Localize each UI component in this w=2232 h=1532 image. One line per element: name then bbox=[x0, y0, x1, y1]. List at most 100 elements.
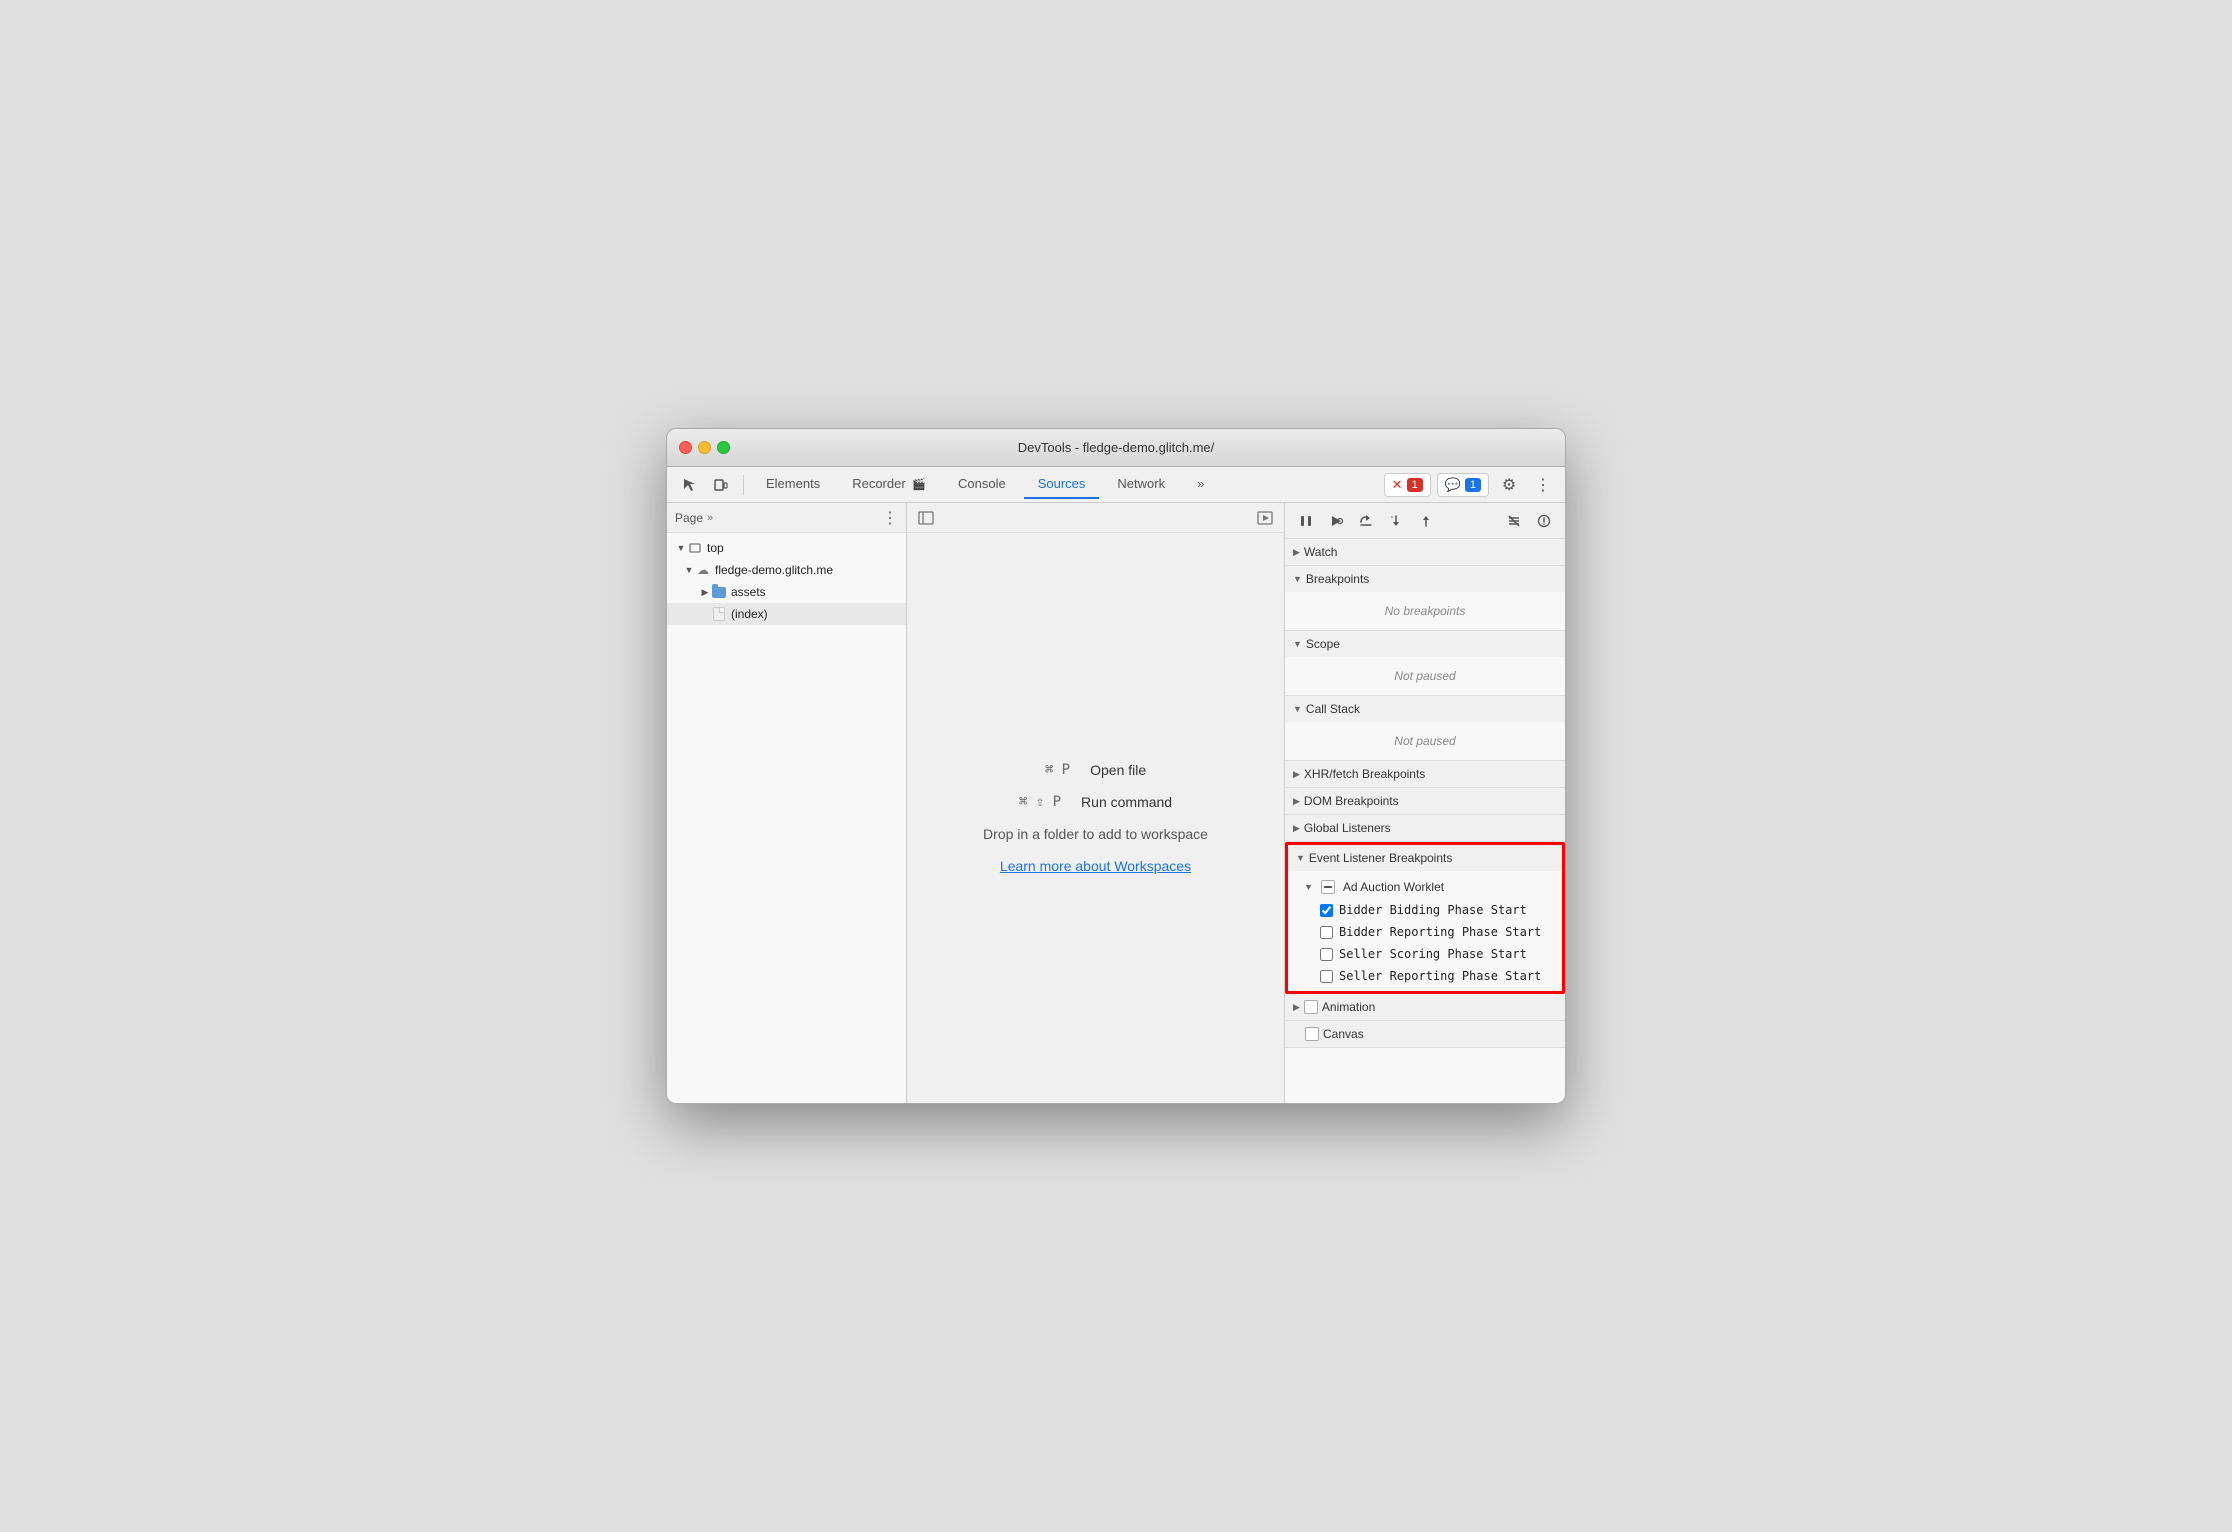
settings-button[interactable]: ⚙ bbox=[1495, 471, 1523, 499]
inspect-tool-button[interactable] bbox=[675, 471, 703, 499]
drop-folder-text: Drop in a folder to add to workspace bbox=[983, 826, 1208, 842]
device-toolbar-button[interactable] bbox=[707, 471, 735, 499]
global-listeners-section: ▶ Global Listeners bbox=[1285, 815, 1565, 842]
domain-arrow: ▼ bbox=[683, 564, 695, 576]
xhr-fetch-section: ▶ XHR/fetch Breakpoints bbox=[1285, 761, 1565, 788]
run-button[interactable] bbox=[1254, 507, 1276, 529]
more-options-button[interactable]: ⋮ bbox=[1529, 471, 1557, 499]
open-file-shortcut: ⌘ P Open file bbox=[1045, 762, 1146, 778]
watch-label: Watch bbox=[1304, 545, 1338, 559]
window-title: DevTools - fledge-demo.glitch.me/ bbox=[1018, 440, 1215, 455]
breakpoints-section-header[interactable]: ▼ Breakpoints bbox=[1285, 566, 1565, 592]
errors-badge-button[interactable]: ✕ 1 bbox=[1384, 473, 1431, 497]
tab-recorder[interactable]: Recorder 🎬 bbox=[838, 470, 940, 499]
traffic-lights bbox=[679, 441, 730, 454]
breakpoints-section: ▼ Breakpoints No breakpoints bbox=[1285, 566, 1565, 631]
center-panel: ⌘ P Open file ⌘ ⇧ P Run command Drop in … bbox=[907, 503, 1285, 1103]
call-stack-header[interactable]: ▼ Call Stack bbox=[1285, 696, 1565, 722]
ad-auction-checkbox-partial bbox=[1321, 880, 1335, 894]
tree-item-top[interactable]: ▼ top bbox=[667, 537, 906, 559]
messages-count: 1 bbox=[1465, 478, 1481, 492]
dom-breakpoints-header[interactable]: ▶ DOM Breakpoints bbox=[1285, 788, 1565, 814]
tab-more[interactable]: » bbox=[1183, 470, 1218, 499]
global-listeners-header[interactable]: ▶ Global Listeners bbox=[1285, 815, 1565, 841]
top-icon bbox=[687, 540, 703, 556]
seller-reporting-label: Seller Reporting Phase Start bbox=[1339, 969, 1541, 983]
dom-breakpoints-arrow: ▶ bbox=[1293, 796, 1300, 807]
pause-button[interactable] bbox=[1293, 508, 1319, 534]
scope-section-header[interactable]: ▼ Scope bbox=[1285, 631, 1565, 657]
tab-network[interactable]: Network bbox=[1103, 470, 1179, 499]
step-into-button[interactable] bbox=[1383, 508, 1409, 534]
scope-section: ▼ Scope Not paused bbox=[1285, 631, 1565, 696]
right-panel-content: ▶ Watch ▼ Breakpoints No breakpoints bbox=[1285, 539, 1565, 1103]
run-command-label: Run command bbox=[1081, 794, 1172, 810]
top-arrow: ▼ bbox=[675, 542, 687, 554]
seller-scoring-checkbox[interactable] bbox=[1320, 948, 1333, 961]
no-breakpoints-text: No breakpoints bbox=[1285, 596, 1565, 626]
animation-label: Animation bbox=[1322, 1000, 1375, 1014]
ad-auction-worklet-header[interactable]: ▼ Ad Auction Worklet bbox=[1288, 875, 1562, 899]
tree-item-index[interactable]: ▶ (index) bbox=[667, 603, 906, 625]
canvas-label: Canvas bbox=[1323, 1027, 1364, 1041]
tree-item-domain[interactable]: ▼ ☁ fledge-demo.glitch.me bbox=[667, 559, 906, 581]
watch-section: ▶ Watch bbox=[1285, 539, 1565, 566]
run-command-shortcut: ⌘ ⇧ P Run command bbox=[1019, 794, 1172, 810]
sidebar-toggle-button[interactable] bbox=[915, 507, 937, 529]
global-listeners-arrow: ▶ bbox=[1293, 823, 1300, 834]
xhr-fetch-label: XHR/fetch Breakpoints bbox=[1304, 767, 1425, 781]
debugger-toolbar bbox=[1285, 503, 1565, 539]
deactivate-breakpoints-button[interactable] bbox=[1501, 508, 1527, 534]
tree-item-assets[interactable]: ▶ assets bbox=[667, 581, 906, 603]
top-label: top bbox=[707, 541, 724, 555]
watch-section-header[interactable]: ▶ Watch bbox=[1285, 539, 1565, 565]
animation-header[interactable]: ▶ Animation bbox=[1285, 994, 1565, 1020]
center-toolbar bbox=[907, 503, 1284, 533]
assets-arrow: ▶ bbox=[699, 586, 711, 598]
left-panel: Page » ⋮ ▼ top ▼ ☁ bbox=[667, 503, 907, 1103]
minimize-button[interactable] bbox=[698, 441, 711, 454]
call-stack-label: Call Stack bbox=[1306, 702, 1360, 716]
animation-section: ▶ Animation bbox=[1285, 994, 1565, 1021]
call-stack-not-paused: Not paused bbox=[1285, 726, 1565, 756]
maximize-button[interactable] bbox=[717, 441, 730, 454]
call-stack-section: ▼ Call Stack Not paused bbox=[1285, 696, 1565, 761]
messages-badge-button[interactable]: 💬 1 bbox=[1437, 473, 1489, 497]
canvas-header[interactable]: Canvas bbox=[1285, 1021, 1565, 1047]
xhr-fetch-arrow: ▶ bbox=[1293, 769, 1300, 780]
errors-count: 1 bbox=[1407, 478, 1423, 492]
resume-button[interactable] bbox=[1323, 508, 1349, 534]
domain-label: fledge-demo.glitch.me bbox=[715, 563, 833, 577]
event-listener-body: ▼ Ad Auction Worklet Bidder Bidding Phas… bbox=[1288, 871, 1562, 991]
event-listener-breakpoints-header[interactable]: ▼ Event Listener Breakpoints bbox=[1288, 845, 1562, 871]
bidder-reporting-row: Bidder Reporting Phase Start bbox=[1288, 921, 1562, 943]
close-button[interactable] bbox=[679, 441, 692, 454]
assets-label: assets bbox=[731, 585, 766, 599]
bidder-reporting-checkbox[interactable] bbox=[1320, 926, 1333, 939]
pause-on-exception-button[interactable] bbox=[1531, 508, 1557, 534]
right-panel: ▶ Watch ▼ Breakpoints No breakpoints bbox=[1285, 503, 1565, 1103]
step-out-button[interactable] bbox=[1413, 508, 1439, 534]
xhr-fetch-header[interactable]: ▶ XHR/fetch Breakpoints bbox=[1285, 761, 1565, 787]
left-panel-dots[interactable]: ⋮ bbox=[882, 508, 898, 528]
breakpoints-arrow: ▼ bbox=[1293, 574, 1302, 584]
left-panel-header: Page » ⋮ bbox=[667, 503, 906, 533]
workspace-learn-more-link[interactable]: Learn more about Workspaces bbox=[1000, 858, 1191, 874]
file-tree: ▼ top ▼ ☁ fledge-demo.glitch.me ▶ bbox=[667, 533, 906, 1103]
tab-console[interactable]: Console bbox=[944, 470, 1020, 499]
scope-body: Not paused bbox=[1285, 657, 1565, 695]
ad-auction-arrow: ▼ bbox=[1304, 882, 1313, 892]
seller-reporting-checkbox[interactable] bbox=[1320, 970, 1333, 983]
file-icon bbox=[711, 606, 727, 622]
call-stack-arrow: ▼ bbox=[1293, 704, 1302, 714]
main-content: Page » ⋮ ▼ top ▼ ☁ bbox=[667, 503, 1565, 1103]
event-listener-label: Event Listener Breakpoints bbox=[1309, 851, 1452, 865]
bidder-bidding-checkbox[interactable] bbox=[1320, 904, 1333, 917]
canvas-checkbox bbox=[1305, 1027, 1319, 1041]
step-over-button[interactable] bbox=[1353, 508, 1379, 534]
tab-sources[interactable]: Sources bbox=[1024, 470, 1100, 499]
folder-icon bbox=[711, 584, 727, 600]
tab-elements[interactable]: Elements bbox=[752, 470, 834, 499]
cloud-icon: ☁ bbox=[695, 562, 711, 578]
left-panel-more[interactable]: » bbox=[707, 512, 713, 524]
